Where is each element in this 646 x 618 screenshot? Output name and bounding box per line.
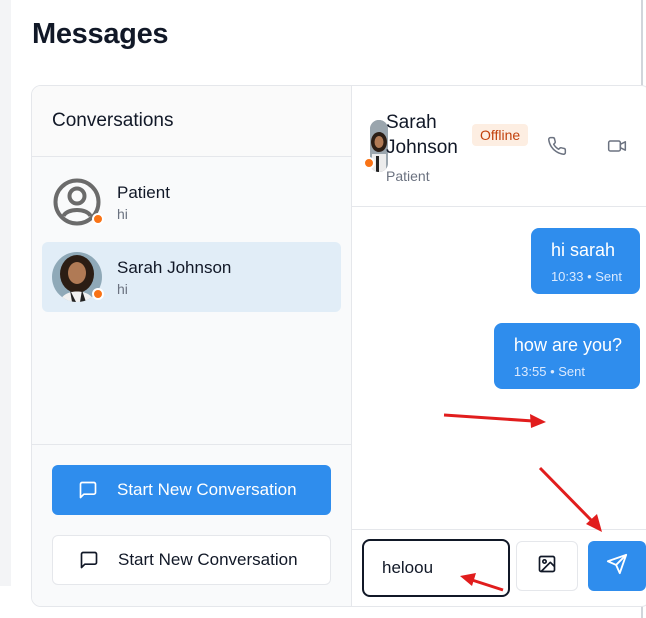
message-bubble: hi sarah 10:33 • Sent bbox=[530, 228, 640, 294]
chat-panel: Sarah Johnson Patient Offline hi sarah 1… bbox=[352, 86, 646, 606]
conversations-sidebar: Conversations Patient hi Sarah Johnson h… bbox=[32, 86, 352, 606]
status-dot bbox=[92, 288, 104, 300]
conversation-item-patient[interactable]: Patient hi bbox=[42, 167, 341, 237]
left-edge-strip bbox=[0, 0, 11, 586]
sidebar-header: Conversations bbox=[32, 86, 351, 157]
start-new-conversation-outline-button[interactable]: Start New Conversation bbox=[52, 535, 331, 585]
conversation-name: Sarah Johnson bbox=[117, 257, 232, 277]
conversation-preview: hi bbox=[117, 205, 128, 222]
message-meta: 10:33 • Sent bbox=[550, 269, 622, 284]
attach-image-button[interactable] bbox=[516, 541, 578, 591]
message-bubble: how are you? 13:55 • Sent bbox=[493, 323, 640, 389]
contact-name: Sarah Johnson bbox=[386, 112, 458, 158]
messages-card: Conversations Patient hi Sarah Johnson h… bbox=[31, 85, 646, 607]
sidebar-footer: Start New Conversation Start New Convers… bbox=[32, 444, 351, 606]
status-dot bbox=[92, 213, 104, 225]
button-label: Start New Conversation bbox=[117, 480, 297, 499]
conversation-name: Patient bbox=[117, 182, 170, 202]
message-composer bbox=[352, 529, 646, 606]
message-meta: 13:55 • Sent bbox=[513, 364, 585, 379]
image-icon bbox=[537, 554, 557, 579]
message-square-icon bbox=[79, 550, 99, 570]
avatar bbox=[52, 177, 104, 227]
start-new-conversation-button[interactable]: Start New Conversation bbox=[52, 465, 331, 515]
contact-role: Patient bbox=[386, 168, 430, 184]
message-text: how are you? bbox=[513, 335, 622, 355]
avatar bbox=[52, 252, 104, 302]
status-dot bbox=[363, 157, 375, 169]
status-badge: Offline bbox=[472, 124, 529, 146]
conversation-preview: hi bbox=[117, 280, 128, 297]
video-icon[interactable] bbox=[606, 135, 628, 157]
message-list: hi sarah 10:33 • Sent how are you? 13:55… bbox=[352, 207, 646, 531]
message-text: hi sarah bbox=[550, 240, 615, 260]
conversation-list: Patient hi Sarah Johnson hi bbox=[32, 157, 351, 312]
page-title: Messages bbox=[32, 18, 169, 50]
send-button[interactable] bbox=[588, 541, 646, 591]
send-icon bbox=[606, 553, 628, 580]
message-input[interactable] bbox=[362, 539, 510, 597]
button-label: Start New Conversation bbox=[118, 550, 298, 569]
phone-icon[interactable] bbox=[546, 135, 568, 157]
conversation-item-sarah-johnson[interactable]: Sarah Johnson hi bbox=[42, 242, 341, 312]
message-square-icon bbox=[78, 480, 98, 500]
chat-header: Sarah Johnson Patient Offline bbox=[352, 86, 646, 207]
